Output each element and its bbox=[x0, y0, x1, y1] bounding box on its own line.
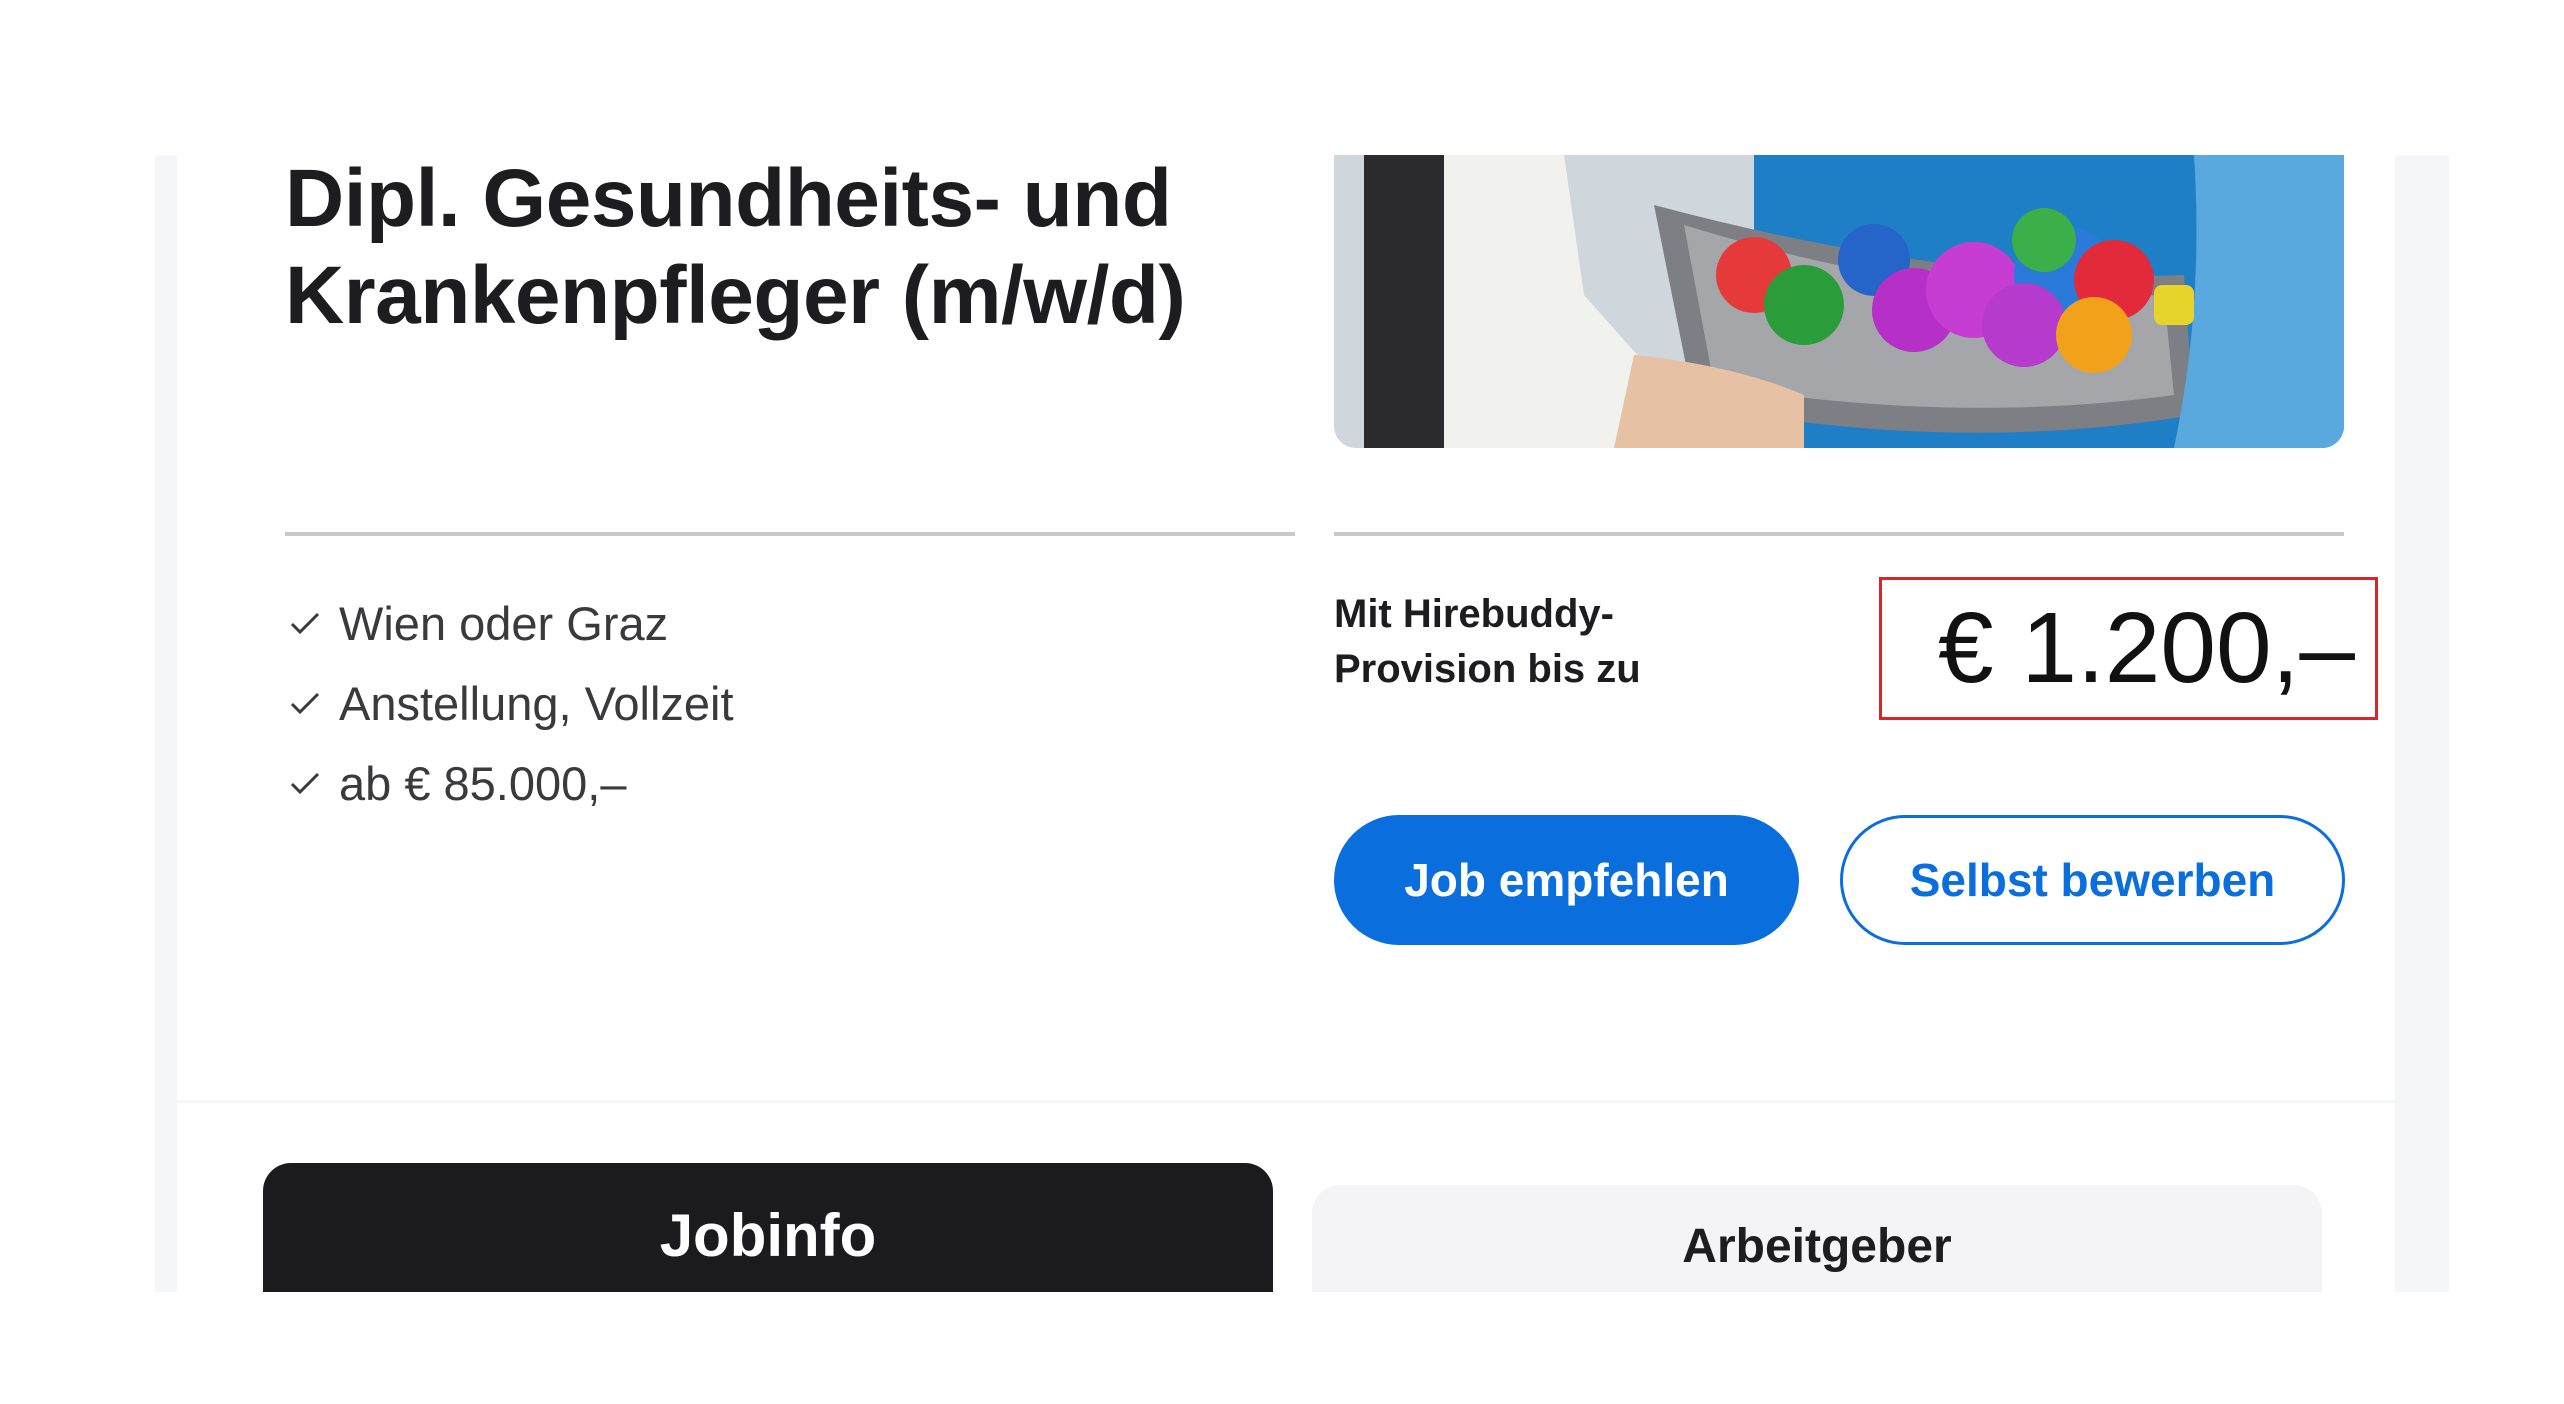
job-fact-text: Anstellung, Vollzeit bbox=[339, 676, 734, 730]
check-icon bbox=[290, 612, 320, 635]
provision-amount: € 1.200,– bbox=[1937, 592, 2355, 704]
recommend-job-button[interactable]: Job empfehlen bbox=[1334, 815, 1799, 945]
apply-button[interactable]: Selbst bewerben bbox=[1840, 815, 2345, 945]
divider-left bbox=[285, 532, 1295, 536]
tab-jobinfo[interactable]: Jobinfo bbox=[263, 1163, 1273, 1292]
job-fact-text: ab € 85.000,– bbox=[339, 756, 627, 810]
job-hero-image bbox=[1334, 155, 2344, 448]
job-facts-list: Wien oder Graz Anstellung, Vollzeit ab €… bbox=[285, 583, 734, 823]
divider-right bbox=[1334, 532, 2344, 536]
job-header-card: Dipl. Gesundheits- und Krankenpfleger (m… bbox=[177, 155, 2395, 1100]
job-title: Dipl. Gesundheits- und Krankenpfleger (m… bbox=[285, 155, 1186, 341]
job-fact-employment: Anstellung, Vollzeit bbox=[285, 663, 734, 743]
job-fact-text: Wien oder Graz bbox=[339, 596, 669, 650]
check-icon bbox=[290, 772, 320, 795]
page-viewport: Dipl. Gesundheits- und Krankenpfleger (m… bbox=[155, 155, 2449, 1292]
job-fact-salary: ab € 85.000,– bbox=[285, 743, 734, 823]
job-fact-location: Wien oder Graz bbox=[285, 583, 734, 663]
check-icon bbox=[290, 692, 320, 715]
tab-arbeitgeber[interactable]: Arbeitgeber bbox=[1312, 1185, 2322, 1292]
provision-label: Mit Hirebuddy-Provision bis zu bbox=[1334, 592, 1641, 691]
